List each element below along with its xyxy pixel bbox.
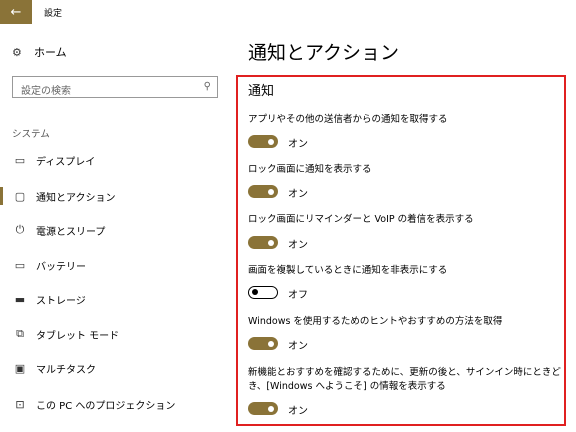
- setting-label-lock-screen-notifications: ロック画面に通知を表示する: [248, 164, 372, 175]
- sidebar-item-tablet-mode[interactable]: ⧉ タブレット モード: [12, 326, 119, 342]
- toggle-state-label: オン: [288, 189, 308, 200]
- toggle-knob: [268, 138, 274, 145]
- back-button[interactable]: ←: [0, 0, 32, 24]
- section-title-notifications: 通知: [248, 84, 275, 99]
- nav-home[interactable]: ⚙ ホーム: [12, 44, 67, 60]
- back-arrow-icon: ←: [10, 4, 22, 20]
- search-icon: ⚲: [203, 81, 211, 92]
- sidebar-item-label: 電源とスリープ: [36, 226, 106, 238]
- sidebar-item-notifications[interactable]: ▢ 通知とアクション: [12, 188, 116, 204]
- toggle-welcome-experience[interactable]: [248, 402, 278, 415]
- sidebar-item-label: この PC へのプロジェクション: [36, 400, 176, 412]
- sidebar-item-power[interactable]: ⏻ 電源とスリープ: [12, 222, 106, 238]
- page-title: 通知とアクション: [248, 42, 400, 64]
- sidebar-item-label: マルチタスク: [36, 364, 96, 376]
- setting-label-hide-when-duplicating: 画面を複製しているときに通知を非表示にする: [248, 265, 448, 276]
- toggle-knob: [268, 239, 274, 246]
- sidebar-item-label: タブレット モード: [36, 330, 120, 342]
- gear-icon: ⚙: [12, 45, 22, 59]
- nav-home-label: ホーム: [34, 46, 67, 59]
- sidebar-item-projection[interactable]: ⊡ この PC へのプロジェクション: [12, 396, 175, 412]
- toggle-app-notifications[interactable]: [248, 135, 278, 148]
- sidebar-item-display[interactable]: ▭ ディスプレイ: [12, 152, 96, 168]
- toggle-lock-screen-reminders[interactable]: [248, 236, 278, 249]
- active-indicator: [0, 187, 3, 205]
- title-bar: ← 設定: [0, 0, 576, 24]
- toggle-hide-when-duplicating[interactable]: [248, 286, 278, 299]
- setting-label-app-notifications: アプリやその他の送信者からの通知を取得する: [248, 114, 448, 125]
- tablet-icon: ⧉: [16, 327, 24, 340]
- sidebar-item-battery[interactable]: ▭ バッテリー: [12, 257, 86, 273]
- toggle-knob: [268, 188, 274, 195]
- app-title: 設定: [44, 9, 63, 19]
- sidebar-item-label: ストレージ: [36, 295, 86, 307]
- toggle-knob: [268, 405, 274, 412]
- search-placeholder: 設定の検索: [21, 86, 71, 97]
- toggle-knob: [252, 289, 258, 295]
- projection-icon: ⊡: [15, 397, 25, 411]
- setting-label-welcome-experience: 新機能とおすすめを確認するために、更新の後と、サインイン時にときどき、[Wind…: [248, 367, 561, 392]
- sidebar-item-label: バッテリー: [36, 261, 86, 273]
- sidebar-item-label: 通知とアクション: [36, 192, 116, 204]
- power-icon: ⏻: [15, 223, 25, 236]
- sidebar-item-label: ディスプレイ: [36, 156, 96, 168]
- toggle-lock-screen-notifications[interactable]: [248, 185, 278, 198]
- toggle-windows-tips[interactable]: [248, 337, 278, 350]
- toggle-state-label: オフ: [288, 290, 308, 301]
- notification-icon: ▢: [14, 189, 26, 203]
- storage-icon: ▬: [14, 292, 26, 306]
- battery-icon: ▭: [14, 258, 26, 272]
- toggle-state-label: オン: [288, 240, 308, 251]
- setting-label-windows-tips: Windows を使用するためのヒントやおすすめの方法を取得: [248, 316, 503, 327]
- multitask-icon: ▣: [14, 361, 26, 375]
- section-label-system: システム: [12, 129, 50, 140]
- search-input[interactable]: 設定の検索 ⚲: [12, 76, 218, 98]
- toggle-state-label: オン: [288, 341, 308, 352]
- toggle-state-label: オン: [288, 406, 308, 417]
- toggle-knob: [268, 340, 274, 347]
- setting-label-lock-screen-reminders: ロック画面にリマインダーと VoIP の着信を表示する: [248, 214, 474, 225]
- sidebar-item-multitasking[interactable]: ▣ マルチタスク: [12, 360, 96, 376]
- monitor-icon: ▭: [14, 153, 26, 167]
- toggle-state-label: オン: [288, 139, 308, 150]
- sidebar-item-storage[interactable]: ▬ ストレージ: [12, 291, 86, 307]
